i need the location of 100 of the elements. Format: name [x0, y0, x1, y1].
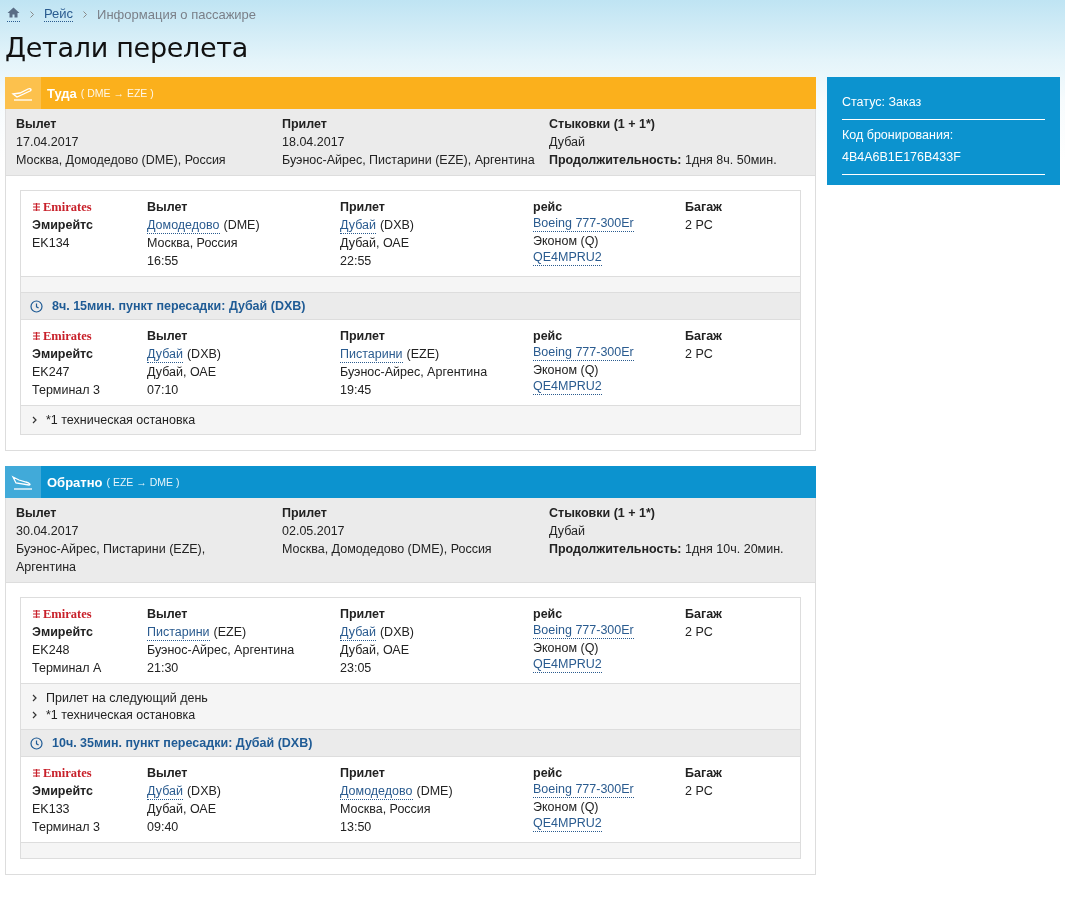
- airport-code: (DXB): [186, 783, 221, 800]
- connections-label: Стыковки (1 + 1*): [549, 116, 655, 133]
- direction-title: Обратно: [47, 474, 103, 490]
- city-text: Дубай, ОАЕ: [147, 364, 216, 381]
- city-text: Москва, Россия: [340, 801, 431, 818]
- airport-link[interactable]: Дубай: [340, 625, 376, 641]
- connections-label: Стыковки (1 + 1*): [549, 505, 655, 522]
- airport-link[interactable]: Дубай: [147, 347, 183, 363]
- date-text: 17.04.2017: [16, 134, 79, 151]
- flight-label: рейс: [533, 606, 563, 623]
- city-text: Дубай, ОАЕ: [147, 801, 216, 818]
- airport-code: (EZE): [213, 624, 247, 641]
- duration-text: Продолжительность: 1дня 8ч. 50мин.: [549, 152, 777, 169]
- city-text: Москва, Россия: [147, 235, 238, 252]
- arrival-label: Прилет: [340, 328, 385, 345]
- aircraft-link[interactable]: Boeing 777-300Er: [533, 216, 634, 232]
- flight-label: рейс: [533, 328, 563, 345]
- note-text: *1 техническая остановка: [46, 412, 196, 428]
- cabin-class: Эконом (Q): [533, 640, 599, 657]
- arrival-label: Прилет: [340, 199, 385, 216]
- baggage-label: Багаж: [685, 328, 722, 345]
- duration-text: Продолжительность: 1дня 10ч. 20мин.: [549, 541, 784, 558]
- baggage-value: 2 PC: [685, 783, 713, 800]
- status-text: Статус: Заказ: [842, 95, 923, 109]
- arrival-label: Прилет: [282, 116, 327, 133]
- note-text: Прилет на следующий день: [46, 690, 208, 706]
- fare-code-link[interactable]: QE4MPRU2: [533, 379, 602, 395]
- flight-number: EK248: [32, 642, 70, 659]
- time-text: 23:05: [340, 660, 372, 677]
- fare-code-link[interactable]: QE4MPRU2: [533, 816, 602, 832]
- connection-city: Дубай: [549, 134, 585, 151]
- time-text: 07:10: [147, 382, 179, 399]
- airport-link[interactable]: Пистарини: [147, 625, 210, 641]
- route-text: ( EZE → DME ): [106, 476, 180, 488]
- arrival-label: Прилет: [282, 505, 327, 522]
- departure-label: Вылет: [147, 199, 188, 216]
- departure-label: Вылет: [147, 606, 188, 623]
- breadcrumb-link[interactable]: Рейс: [44, 6, 74, 22]
- flight-number: EK247: [32, 364, 70, 381]
- aircraft-link[interactable]: Boeing 777-300Er: [533, 623, 634, 639]
- chevron-right-icon: [32, 416, 37, 424]
- baggage-label: Багаж: [685, 199, 722, 216]
- layover-text: 10ч. 35мин. пункт пересадки: Дубай (DXB): [52, 736, 313, 750]
- cabin-class: Эконом (Q): [533, 362, 599, 379]
- home-icon[interactable]: [7, 6, 20, 22]
- airport-code: (EZE): [406, 346, 440, 363]
- place-text: Буэнос-Айрес, Пистарини (EZE), Аргентина: [16, 541, 207, 576]
- city-text: Дубай, ОАЕ: [340, 642, 409, 659]
- flight-label: рейс: [533, 765, 563, 782]
- airline-logo: Emirates: [32, 198, 92, 216]
- chevron-right-icon: [32, 711, 37, 719]
- airport-link[interactable]: Пистарини: [340, 347, 403, 363]
- baggage-label: Багаж: [685, 606, 722, 623]
- page-title: Детали перелета: [5, 32, 250, 63]
- city-text: Буэнос-Айрес, Аргентина: [147, 642, 295, 659]
- date-text: 18.04.2017: [282, 134, 345, 151]
- time-text: 16:55: [147, 253, 179, 270]
- airport-code: (DME): [223, 217, 260, 234]
- airline-logo: Emirates: [32, 764, 92, 782]
- departure-label: Вылет: [16, 505, 57, 522]
- clock-icon: [30, 736, 43, 750]
- place-text: Буэнос-Айрес, Пистарини (EZE), Аргентина: [282, 152, 535, 169]
- departure-label: Вылет: [147, 328, 188, 345]
- departure-label: Вылет: [147, 765, 188, 782]
- baggage-value: 2 PC: [685, 217, 713, 234]
- airport-link[interactable]: Дубай: [340, 218, 376, 234]
- layover-text: 8ч. 15мин. пункт пересадки: Дубай (DXB): [52, 299, 306, 313]
- time-text: 09:40: [147, 819, 179, 836]
- baggage-value: 2 PC: [685, 346, 713, 363]
- airport-link[interactable]: Домодедово: [147, 218, 220, 234]
- fare-code-link[interactable]: QE4MPRU2: [533, 657, 602, 673]
- plane-landing-icon: [11, 474, 35, 490]
- airport-code: (DXB): [379, 624, 414, 641]
- place-text: Москва, Домодедово (DME), Россия: [16, 152, 226, 169]
- time-text: 22:55: [340, 253, 372, 270]
- place-text: Москва, Домодедово (DME), Россия: [282, 541, 492, 558]
- flight-number: EK134: [32, 235, 70, 252]
- connection-city: Дубай: [549, 523, 585, 540]
- baggage-label: Багаж: [685, 765, 722, 782]
- terminal-text: Терминал 3: [32, 382, 100, 399]
- booking-label: Код бронирования:: [842, 128, 955, 142]
- time-text: 19:45: [340, 382, 372, 399]
- airport-link[interactable]: Дубай: [147, 784, 183, 800]
- direction-title: Туда: [47, 85, 77, 101]
- airline-name: Эмирейтс: [32, 346, 93, 363]
- cabin-class: Эконом (Q): [533, 233, 599, 250]
- airline-name: Эмирейтс: [32, 217, 93, 234]
- airport-link[interactable]: Домодедово: [340, 784, 413, 800]
- departure-label: Вылет: [16, 116, 57, 133]
- flight-label: рейс: [533, 199, 563, 216]
- airport-code: (DME): [416, 783, 453, 800]
- airline-name: Эмирейтс: [32, 624, 93, 641]
- terminal-text: Терминал A: [32, 660, 102, 677]
- airline-logo: Emirates: [32, 327, 92, 345]
- chevron-right-icon: [30, 10, 34, 18]
- route-text: ( DME → EZE ): [80, 87, 154, 99]
- aircraft-link[interactable]: Boeing 777-300Er: [533, 345, 634, 361]
- fare-code-link[interactable]: QE4MPRU2: [533, 250, 602, 266]
- date-text: 30.04.2017: [16, 523, 79, 540]
- aircraft-link[interactable]: Boeing 777-300Er: [533, 782, 634, 798]
